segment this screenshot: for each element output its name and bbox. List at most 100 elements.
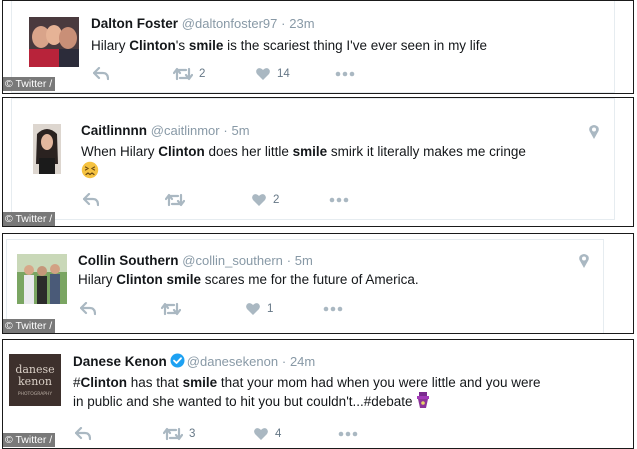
timestamp[interactable]: 23m (289, 16, 314, 31)
reply-icon (93, 67, 109, 81)
text-run: scares me for the future of America. (201, 272, 419, 287)
retweet-icon (173, 67, 193, 81)
reply-button[interactable] (75, 425, 91, 443)
author-name[interactable]: Dalton Foster (91, 16, 178, 31)
author-name[interactable]: Danese Kenon (73, 354, 167, 369)
location-pin-icon[interactable] (588, 124, 600, 140)
more-button[interactable] (335, 65, 355, 83)
highlight-smile: smile (188, 38, 224, 53)
twitter-credit: © Twitter / (3, 212, 56, 226)
more-button[interactable] (323, 300, 343, 318)
more-icon (338, 431, 358, 437)
avatar-photo (17, 254, 67, 304)
avatar[interactable] (33, 124, 61, 174)
tweet-text: When Hilary Clinton does her little smil… (81, 142, 601, 181)
more-icon (329, 197, 349, 203)
text-run: in public and she wanted to hit you but … (73, 394, 413, 409)
tweet-actions: 3 4 (75, 425, 375, 445)
tweet-panel-3: Collin Southern @collin_southern · 5m Hi… (2, 233, 634, 334)
avatar-photo (29, 17, 79, 67)
more-button[interactable] (329, 191, 349, 209)
retweet-count: 2 (199, 68, 206, 80)
timestamp[interactable]: 5m (231, 123, 249, 138)
text-run: Hilary (91, 38, 130, 53)
retweet-button[interactable] (161, 300, 187, 318)
retweet-icon (165, 193, 185, 207)
author-handle[interactable]: @daltonfoster97 (182, 16, 278, 31)
heart-icon (252, 194, 266, 206)
reply-icon (83, 193, 99, 207)
highlight-smile: smile (182, 375, 218, 390)
like-count: 14 (277, 68, 290, 80)
like-button[interactable]: 14 (255, 65, 290, 83)
retweet-button[interactable]: 3 (163, 425, 195, 443)
separator-dot: · (281, 16, 286, 31)
timestamp[interactable]: 24m (290, 354, 315, 369)
highlight-clinton: Clinton (158, 144, 205, 159)
tweet-text: Hilary Clinton's smile is the scariest t… (91, 36, 611, 55)
reply-icon (75, 427, 91, 441)
like-button[interactable]: 1 (245, 300, 273, 318)
retweet-count: 3 (189, 428, 196, 440)
author-handle[interactable]: @caitlinmor (151, 123, 220, 138)
retweet-icon (161, 302, 181, 316)
location-pin-icon[interactable] (578, 253, 590, 269)
tweet-actions: 2 14 (93, 65, 373, 85)
author-name[interactable]: Collin Southern (78, 253, 179, 268)
hashtag-clinton[interactable]: Clinton (81, 375, 128, 390)
confounded-face-emoji (81, 161, 99, 179)
author-handle[interactable]: @danesekenon (187, 354, 278, 369)
avatar[interactable] (29, 17, 79, 67)
tweet-header: Caitlinnnn @caitlinmor · 5m (81, 123, 250, 138)
highlight-smile: smile (292, 144, 328, 159)
like-count: 1 (267, 303, 274, 315)
retweet-button[interactable] (165, 191, 191, 209)
reply-button[interactable] (83, 191, 99, 209)
hashtag-prefix[interactable]: # (73, 375, 81, 390)
tweet-header: Dalton Foster @daltonfoster97 · 23m (91, 16, 315, 31)
like-count: 4 (275, 428, 282, 440)
like-button[interactable]: 4 (253, 425, 281, 443)
twitter-credit: © Twitter / (3, 319, 56, 333)
text-run: does her little (204, 144, 293, 159)
text-run: 's (175, 38, 189, 53)
tweet-header: Collin Southern @collin_southern · 5m (78, 253, 313, 268)
heart-icon (256, 68, 270, 80)
like-button[interactable]: 2 (251, 191, 279, 209)
like-count: 2 (273, 194, 280, 206)
highlight-clinton-smile: Clinton smile (116, 272, 202, 287)
tweet-text: Hilary Clinton smile scares me for the f… (78, 270, 598, 289)
avatar-photo (33, 124, 61, 174)
tweet-header: Danese Kenon @danesekenon · 24m (73, 353, 315, 369)
reply-icon (80, 302, 96, 316)
tweet-actions: 2 (83, 191, 363, 211)
avatar[interactable]: danese kenon PHOTOGRAPHY (9, 354, 61, 406)
text-run: that your mom had when you were little a… (217, 375, 541, 390)
tweet-panel-4: danese kenon PHOTOGRAPHY Danese Kenon @da… (2, 339, 634, 449)
timestamp[interactable]: 5m (295, 253, 313, 268)
twitter-credit: © Twitter / (3, 77, 56, 91)
tweet-text: #Clinton has that smile that your mom ha… (73, 373, 628, 411)
twitter-credit: © Twitter / (3, 433, 56, 447)
retweet-icon (163, 427, 183, 441)
text-run: has that (127, 375, 183, 390)
more-icon (323, 306, 343, 312)
retweet-button[interactable]: 2 (173, 65, 205, 83)
author-name[interactable]: Caitlinnnn (81, 123, 147, 138)
reply-button[interactable] (93, 65, 109, 83)
more-icon (335, 71, 355, 77)
author-handle[interactable]: @collin_southern (182, 253, 283, 268)
heart-icon (246, 303, 260, 315)
separator-dot: · (286, 253, 292, 268)
avatar[interactable] (17, 254, 67, 304)
text-run: is the scariest thing I've ever seen in … (223, 38, 488, 53)
tweet-actions: 1 (80, 300, 360, 320)
photography-logo: danese kenon PHOTOGRAPHY (9, 354, 61, 406)
logo-line2: kenon (18, 375, 52, 388)
tweet-panel-1: Dalton Foster @daltonfoster97 · 23m Hila… (2, 0, 634, 94)
separator-dot: · (281, 354, 287, 369)
text-run: Hilary (78, 272, 117, 287)
more-button[interactable] (338, 425, 358, 443)
reply-button[interactable] (80, 300, 96, 318)
heart-icon (254, 428, 268, 440)
